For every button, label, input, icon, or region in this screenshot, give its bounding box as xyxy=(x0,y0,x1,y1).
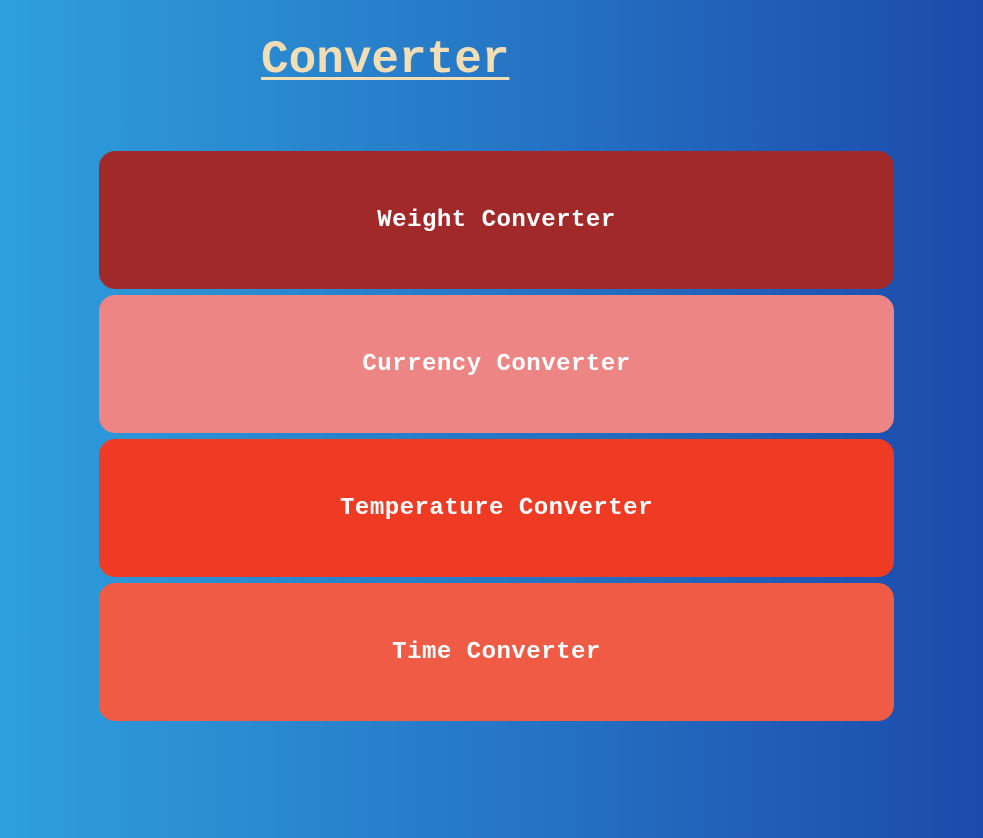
temperature-converter-label: Temperature Converter xyxy=(340,494,653,522)
time-converter-button[interactable]: Time Converter xyxy=(99,583,894,721)
currency-converter-label: Currency Converter xyxy=(362,350,631,378)
converter-list: Weight Converter Currency Converter Temp… xyxy=(99,151,894,727)
time-converter-label: Time Converter xyxy=(392,638,601,666)
weight-converter-label: Weight Converter xyxy=(377,206,616,234)
temperature-converter-button[interactable]: Temperature Converter xyxy=(99,439,894,577)
page-title-link[interactable]: Converter xyxy=(261,30,509,90)
weight-converter-button[interactable]: Weight Converter xyxy=(99,151,894,289)
currency-converter-button[interactable]: Currency Converter xyxy=(99,295,894,433)
